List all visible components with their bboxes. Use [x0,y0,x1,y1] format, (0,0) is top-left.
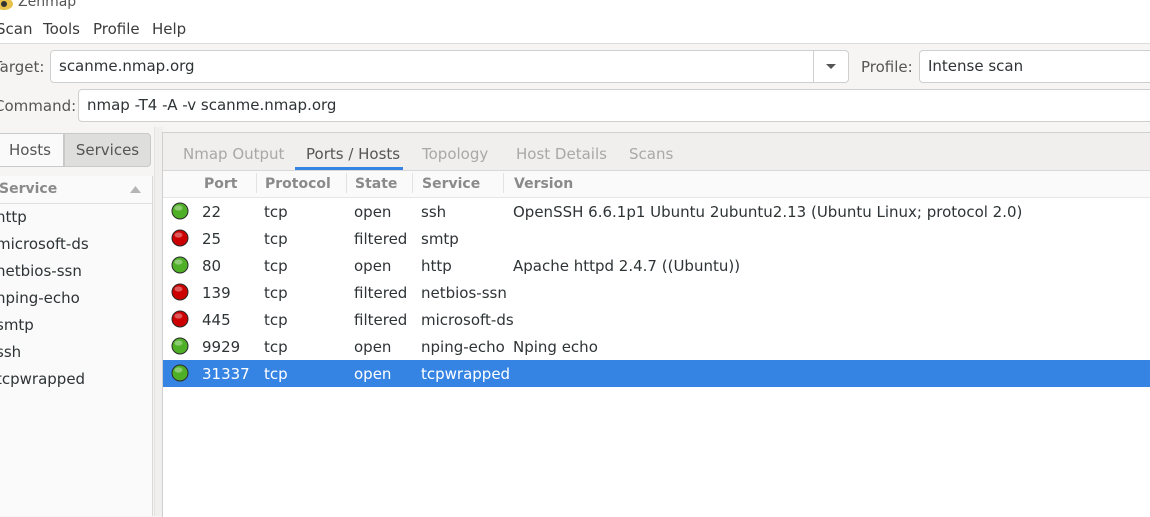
cell-service: http [421,257,452,275]
cell-port: 25 [202,230,222,248]
column-state[interactable]: State [355,176,397,198]
service-item-microsoft-ds[interactable]: microsoft-ds [0,235,89,253]
results-pane: Nmap Output Ports / Hosts Topology Host … [162,132,1150,517]
tab-nmap-output[interactable]: Nmap Output [183,145,284,163]
cell-protocol: tcp [264,338,288,356]
cell-service: nping-echo [421,338,505,356]
cell-service: netbios-ssn [421,284,507,302]
column-service[interactable]: Service [422,176,480,198]
port-filtered-icon [171,229,189,247]
window-title: Zenmap [18,0,77,10]
tab-scans[interactable]: Scans [629,145,673,163]
menu-profile[interactable]: Profile [93,20,140,38]
service-item-http[interactable]: http [0,208,27,226]
cell-state: open [354,203,392,221]
tab-host-details[interactable]: Host Details [516,145,607,163]
menu-tools[interactable]: Tools [43,20,80,38]
title-bar: Zenmap [0,0,1150,14]
cell-service: microsoft-ds [421,311,514,329]
service-item-ssh[interactable]: ssh [0,343,21,361]
service-item-nping-echo[interactable]: nping-echo [0,289,80,307]
menu-help[interactable]: Help [152,20,186,38]
column-port[interactable]: Port [204,176,237,198]
tab-topology[interactable]: Topology [422,145,488,163]
service-column-header[interactable]: Service [0,176,152,204]
cell-state: open [354,257,392,275]
column-separator [256,173,257,193]
sort-ascending-icon [130,186,141,193]
cell-protocol: tcp [264,257,288,275]
hosts-toggle-button[interactable]: Hosts [0,133,64,167]
results-tab-bar: Nmap Output Ports / Hosts Topology Host … [163,133,1150,171]
column-separator [412,173,413,193]
target-label: Target: [0,58,45,76]
profile-label: Profile: [861,58,913,76]
cell-protocol: tcp [264,203,288,221]
cell-protocol: tcp [264,284,288,302]
command-label: Command: [0,97,77,115]
service-item-netbios-ssn[interactable]: netbios-ssn [0,262,82,280]
service-header-label: Service [0,181,58,197]
port-open-icon [171,364,189,382]
service-list: Service http microsoft-ds netbios-ssn np… [0,176,153,516]
cell-port: 445 [202,311,231,329]
tab-ports-hosts[interactable]: Ports / Hosts [306,145,400,163]
cell-service: smtp [421,230,459,248]
target-input[interactable]: scanme.nmap.org [50,50,814,83]
cell-port: 31337 [202,365,250,383]
table-row[interactable]: 9929 tcp open nping-echo Nping echo [163,333,1150,360]
active-tab-indicator [295,167,403,170]
service-item-smtp[interactable]: smtp [0,316,34,334]
port-filtered-icon [171,283,189,301]
cell-port: 22 [202,203,222,221]
target-dropdown-button[interactable] [813,50,849,83]
cell-state: open [354,365,392,383]
profile-select[interactable]: Intense scan [919,50,1150,83]
port-open-icon [171,202,189,220]
cell-port: 80 [202,257,222,275]
table-row[interactable]: 139 tcp filtered netbios-ssn [163,279,1150,306]
chevron-down-icon [826,64,836,69]
cell-state: filtered [354,230,408,248]
column-separator [503,173,504,193]
cell-port: 139 [202,284,231,302]
ports-table-header: Port Protocol State Service Version [163,171,1150,198]
cell-state: filtered [354,311,408,329]
cell-protocol: tcp [264,311,288,329]
command-input[interactable]: nmap -T4 -A -v scanme.nmap.org [78,89,1150,122]
table-row[interactable]: 31337 tcp open tcpwrapped [163,360,1150,387]
column-protocol[interactable]: Protocol [265,176,331,198]
menu-scan[interactable]: Scan [0,20,32,38]
cell-version: Nping echo [513,338,598,356]
service-item-tcpwrapped[interactable]: tcpwrapped [0,370,85,388]
column-separator [346,173,347,193]
cell-version: OpenSSH 6.6.1p1 Ubuntu 2ubuntu2.13 (Ubun… [513,203,1023,221]
services-toggle-button[interactable]: Services [64,133,151,167]
cell-service: ssh [421,203,447,221]
cell-port: 9929 [202,338,241,356]
cell-state: open [354,338,392,356]
table-row[interactable]: 445 tcp filtered microsoft-ds [163,306,1150,333]
table-row[interactable]: 25 tcp filtered smtp [163,225,1150,252]
port-filtered-icon [171,310,189,328]
cell-service: tcpwrapped [421,365,511,383]
cell-version: Apache httpd 2.4.7 ((Ubuntu)) [513,257,741,275]
cell-protocol: tcp [264,230,288,248]
column-version[interactable]: Version [514,176,573,198]
zenmap-eye-icon [0,0,14,12]
cell-protocol: tcp [264,365,288,383]
port-open-icon [171,337,189,355]
table-row[interactable]: 22 tcp open ssh OpenSSH 6.6.1p1 Ubuntu 2ubun… [163,198,1150,225]
menu-bar: Scan Tools Profile Help [0,14,1150,44]
cell-state: filtered [354,284,408,302]
port-open-icon [171,256,189,274]
table-row[interactable]: 80 tcp open http Apache httpd 2.4.7 ((Ubuntu… [163,252,1150,279]
